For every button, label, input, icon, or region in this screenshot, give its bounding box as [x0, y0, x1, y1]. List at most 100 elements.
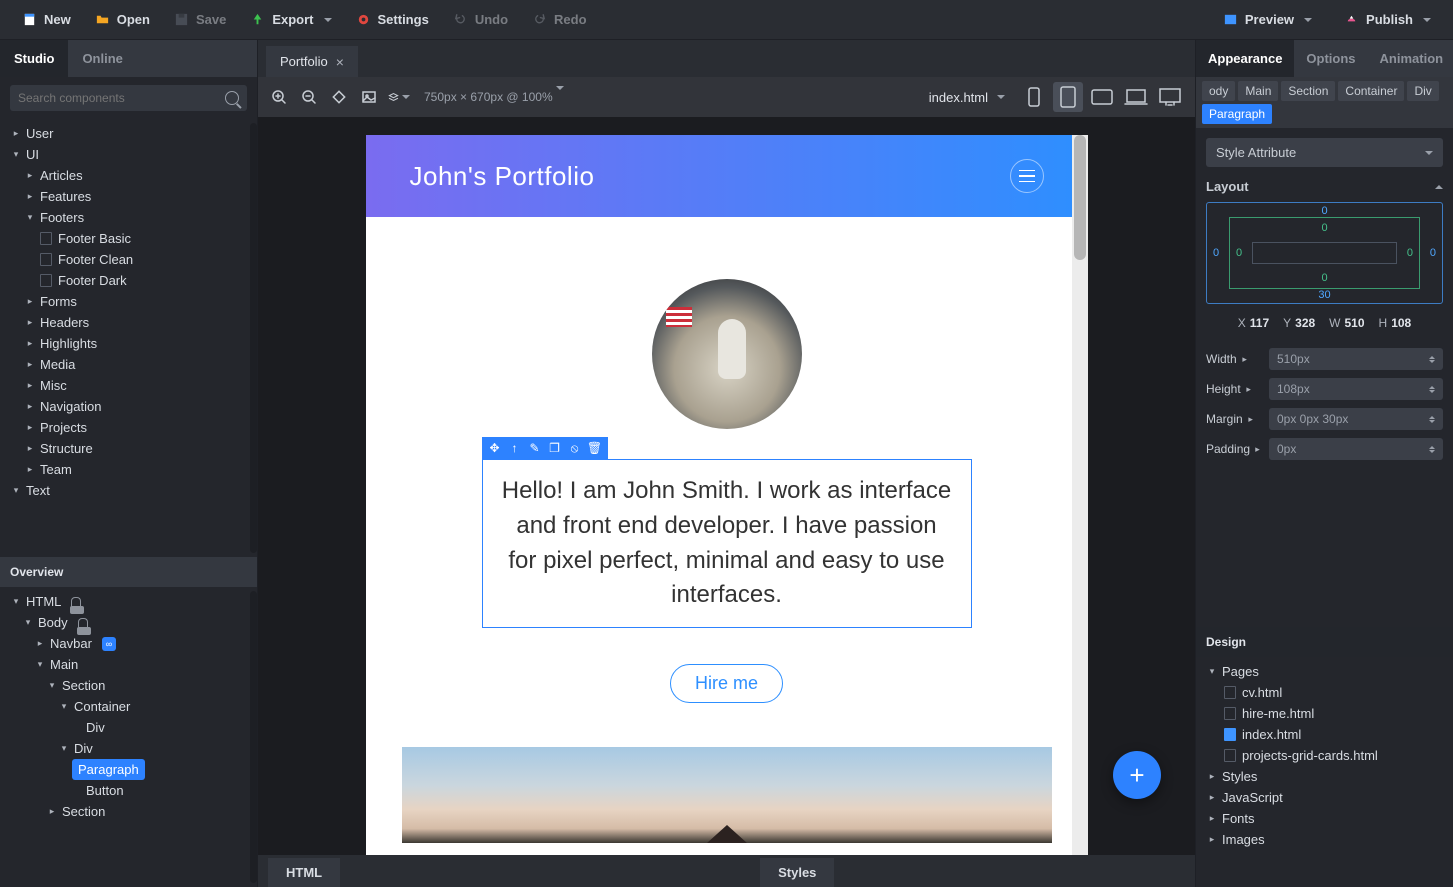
tree-item-highlights[interactable]: Highlights	[0, 333, 257, 354]
tree-item-footer-basic[interactable]: Footer Basic	[0, 228, 257, 249]
add-fab[interactable]: +	[1113, 751, 1161, 799]
rtab-options[interactable]: Options	[1294, 40, 1367, 77]
device-laptop[interactable]	[1121, 82, 1151, 112]
search-input[interactable]	[18, 91, 225, 105]
image-icon[interactable]	[358, 86, 380, 108]
file-tab-portfolio[interactable]: Portfolio ×	[266, 46, 358, 77]
tree-item-navigation[interactable]: Navigation	[0, 396, 257, 417]
ov-div1[interactable]: Div	[0, 717, 257, 738]
crumb-section[interactable]: Section	[1281, 81, 1335, 101]
design-js[interactable]: JavaScript	[1196, 787, 1453, 808]
tab-online[interactable]: Online	[68, 40, 136, 77]
file-hireme[interactable]: hire-me.html	[1196, 703, 1453, 724]
bottom-tab-styles[interactable]: Styles	[760, 858, 834, 887]
move-icon[interactable]: ✥	[486, 439, 504, 457]
new-button[interactable]: New	[10, 8, 83, 31]
design-tab[interactable]: Design	[1196, 627, 1453, 657]
style-attribute-select[interactable]: Style Attribute	[1206, 138, 1443, 167]
tree-item-footer-dark[interactable]: Footer Dark	[0, 270, 257, 291]
export-button[interactable]: Export	[238, 8, 343, 31]
rotate-icon[interactable]	[328, 86, 350, 108]
tree-item-text[interactable]: Text	[0, 480, 257, 501]
duplicate-icon[interactable]: ❐	[546, 439, 564, 457]
tree-item-team[interactable]: Team	[0, 459, 257, 480]
device-tablet-landscape[interactable]	[1087, 82, 1117, 112]
ov-container[interactable]: Container	[0, 696, 257, 717]
crumb-main[interactable]: Main	[1238, 81, 1278, 101]
intro-paragraph[interactable]: Hello! I am John Smith. I work as interf…	[482, 459, 972, 628]
page-scrollbar[interactable]	[1072, 135, 1088, 855]
ov-html[interactable]: HTML	[0, 591, 257, 612]
tree-item-media[interactable]: Media	[0, 354, 257, 375]
design-styles[interactable]: Styles	[1196, 766, 1453, 787]
bottom-tab-html[interactable]: HTML	[268, 858, 340, 887]
hamburger-icon[interactable]	[1010, 159, 1044, 193]
prop-padding[interactable]: Padding0px	[1206, 438, 1443, 460]
file-icon	[40, 253, 52, 266]
preview-button[interactable]: Preview	[1211, 8, 1324, 31]
delete-icon[interactable]: 🗑	[586, 439, 604, 457]
prop-width[interactable]: Width510px	[1206, 348, 1443, 370]
landscape-image[interactable]	[402, 747, 1052, 843]
arrow-up-icon[interactable]: ↑	[506, 439, 524, 457]
ov-body[interactable]: Body	[0, 612, 257, 633]
crumb-paragraph[interactable]: Paragraph	[1202, 104, 1272, 124]
tree-item-forms[interactable]: Forms	[0, 291, 257, 312]
ov-section2[interactable]: Section	[0, 801, 257, 822]
ov-div2[interactable]: Div	[0, 738, 257, 759]
hide-icon[interactable]: ⦸	[566, 439, 584, 457]
tree-item-structure[interactable]: Structure	[0, 438, 257, 459]
ov-section[interactable]: Section	[0, 675, 257, 696]
file-index[interactable]: index.html	[1196, 724, 1453, 745]
publish-button[interactable]: Publish	[1332, 8, 1443, 31]
tree-item-ui[interactable]: UI	[0, 144, 257, 165]
device-mobile[interactable]	[1019, 82, 1049, 112]
device-desktop[interactable]	[1155, 82, 1185, 112]
search-input-wrap[interactable]	[10, 85, 247, 111]
tree-item-user[interactable]: User	[0, 123, 257, 144]
page-preview[interactable]: John's Portfolio ✥ ↑ ✎ ❐ ⦸ 🗑 Hello! I am…	[366, 135, 1088, 855]
design-pages[interactable]: Pages	[1196, 661, 1453, 682]
edit-icon[interactable]: ✎	[526, 439, 544, 457]
prop-height[interactable]: Height108px	[1206, 378, 1443, 400]
tree-item-footers[interactable]: Footers	[0, 207, 257, 228]
tree-item-features[interactable]: Features	[0, 186, 257, 207]
avatar-image[interactable]	[652, 279, 802, 429]
ov-main[interactable]: Main	[0, 654, 257, 675]
close-icon[interactable]: ×	[336, 55, 344, 69]
hero-section[interactable]: John's Portfolio	[366, 135, 1088, 217]
settings-button[interactable]: Settings	[344, 8, 441, 31]
design-images[interactable]: Images	[1196, 829, 1453, 850]
tree-item-misc[interactable]: Misc	[0, 375, 257, 396]
file-selector[interactable]: index.html	[929, 90, 1005, 105]
design-fonts[interactable]: Fonts	[1196, 808, 1453, 829]
tree-item-footer-clean[interactable]: Footer Clean	[0, 249, 257, 270]
prop-margin[interactable]: Margin0px 0px 30px	[1206, 408, 1443, 430]
file-cv[interactable]: cv.html	[1196, 682, 1453, 703]
ov-paragraph[interactable]: Paragraph	[72, 759, 145, 780]
rtab-appearance[interactable]: Appearance	[1196, 40, 1294, 77]
file-projects[interactable]: projects-grid-cards.html	[1196, 745, 1453, 766]
selected-element[interactable]: ✥ ↑ ✎ ❐ ⦸ 🗑 Hello! I am John Smith. I wo…	[482, 459, 972, 628]
device-tablet-portrait[interactable]	[1053, 82, 1083, 112]
crumb-div[interactable]: Div	[1407, 81, 1438, 101]
crumb-body[interactable]: ody	[1202, 81, 1235, 101]
ov-navbar[interactable]: Navbar∞	[0, 633, 257, 654]
tree-item-articles[interactable]: Articles	[0, 165, 257, 186]
ov-button[interactable]: Button	[0, 780, 257, 801]
canvas-dimensions[interactable]: 750px × 670px @ 100%	[424, 90, 564, 104]
zoom-in-icon[interactable]	[268, 86, 290, 108]
scrollbar[interactable]	[250, 123, 257, 553]
open-button[interactable]: Open	[83, 8, 162, 31]
rtab-animation[interactable]: Animation	[1368, 40, 1453, 77]
scrollbar[interactable]	[250, 591, 257, 883]
tree-item-projects[interactable]: Projects	[0, 417, 257, 438]
tree-item-headers[interactable]: Headers	[0, 312, 257, 333]
zoom-out-icon[interactable]	[298, 86, 320, 108]
layers-icon[interactable]	[388, 86, 410, 108]
box-model[interactable]: 0 30 0 0 0 0 0 0	[1206, 202, 1443, 304]
tab-studio[interactable]: Studio	[0, 40, 68, 77]
crumb-container[interactable]: Container	[1338, 81, 1404, 101]
hire-me-button[interactable]: Hire me	[670, 664, 783, 703]
layout-header[interactable]: Layout	[1206, 179, 1443, 194]
